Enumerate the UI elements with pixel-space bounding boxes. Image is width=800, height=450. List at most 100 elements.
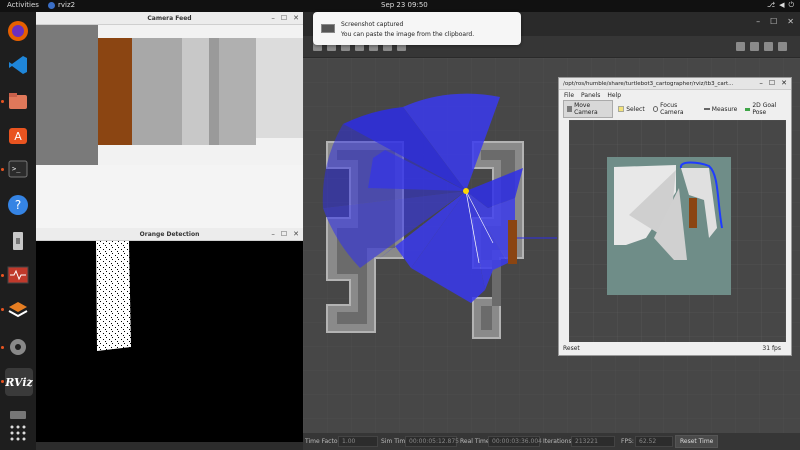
app-store-icon: A	[9, 128, 27, 144]
move-camera-icon	[567, 106, 573, 112]
minimize-icon[interactable]: –	[271, 14, 275, 22]
text-editor-icon	[13, 232, 23, 250]
menu-help[interactable]: Help	[607, 92, 621, 99]
app-grid-icon	[10, 425, 26, 441]
real-time-field[interactable]: 00:00:03:36.004	[488, 436, 542, 447]
dock-app-store[interactable]: A	[5, 122, 31, 148]
move-camera-tool[interactable]: Move Camera	[563, 100, 614, 118]
close-icon[interactable]: ✕	[781, 79, 787, 87]
tool-label: 2D Goal Pose	[752, 102, 777, 116]
running-indicator	[1, 308, 4, 311]
dock-help[interactable]: ?	[5, 192, 31, 218]
volume-icon[interactable]: ◀	[779, 1, 784, 10]
activities-button[interactable]: Activities	[7, 1, 39, 9]
footer: Reset 31 fps	[559, 343, 791, 355]
real-time-label: Real Time:	[460, 438, 492, 445]
measure-icon	[703, 108, 710, 110]
svg-text:>_: >_	[12, 165, 21, 173]
chart-icon[interactable]	[764, 42, 773, 51]
running-indicator	[1, 274, 4, 277]
focus-camera-icon	[652, 106, 659, 112]
reset-button[interactable]: Reset	[563, 345, 580, 352]
sim-time-field[interactable]: 00:00:05:12.875	[405, 436, 459, 447]
close-icon[interactable]: ✕	[787, 17, 794, 26]
dock-system-monitor[interactable]	[1, 262, 31, 288]
tool-label: Move Camera	[574, 102, 598, 116]
cartographer-map-view[interactable]	[569, 120, 786, 342]
network-icon[interactable]: ⎇	[767, 1, 775, 10]
running-indicator	[1, 100, 4, 103]
maximize-icon[interactable]: ☐	[770, 17, 777, 26]
dock-vscode[interactable]	[5, 52, 31, 78]
layers-icon	[8, 302, 28, 318]
goal-pose-tool[interactable]: 2D Goal Pose	[742, 101, 789, 117]
tool-label: Focus Camera	[660, 102, 684, 116]
minimize-icon[interactable]: –	[271, 230, 275, 238]
select-tool[interactable]: Select	[615, 105, 648, 114]
dock-terminal[interactable]: >_	[1, 156, 31, 182]
maximize-icon[interactable]: ☐	[281, 14, 287, 22]
system-tray[interactable]: ⎇ ◀ ⏻	[767, 1, 794, 10]
help-icon: ?	[8, 195, 28, 215]
firefox-icon	[8, 21, 28, 41]
dock-settings[interactable]	[1, 334, 31, 360]
camera-feed-window[interactable]: Camera Feed – ☐ ✕	[36, 12, 303, 228]
dock-app-grid[interactable]	[5, 420, 31, 446]
tool-bar: Move Camera Select Focus Camera Measure …	[563, 100, 789, 118]
time-factor-label: Time Factor:	[305, 438, 342, 445]
iterations-field[interactable]: 213221	[571, 436, 615, 447]
terminal-icon: >_	[8, 160, 28, 178]
files-icon	[9, 93, 27, 109]
cartographer-titlebar[interactable]: /opt/ros/humble/share/turtlebot3_cartogr…	[559, 78, 791, 90]
screenshot-notification[interactable]: Screenshot captured You can paste the im…	[313, 12, 521, 45]
dock-files[interactable]	[1, 88, 31, 114]
camera-icon[interactable]	[736, 42, 745, 51]
svg-text:?: ?	[15, 198, 21, 212]
dock-rviz[interactable]: RViz	[1, 368, 33, 396]
maximize-icon[interactable]: ☐	[281, 230, 287, 238]
time-factor-field[interactable]: 1.00	[338, 436, 378, 447]
minimize-icon[interactable]: –	[759, 79, 763, 87]
app-menu[interactable]: rviz2	[48, 1, 75, 9]
expand-icon[interactable]	[778, 42, 787, 51]
iterations-label: Iterations:	[543, 438, 574, 445]
app-name: rviz2	[58, 1, 76, 9]
minimize-icon[interactable]: –	[756, 17, 760, 26]
screenshot-icon[interactable]	[750, 42, 759, 51]
close-icon[interactable]: ✕	[293, 230, 299, 238]
close-icon[interactable]: ✕	[293, 14, 299, 22]
power-icon[interactable]: ⏻	[788, 1, 794, 10]
top-bar: Activities rviz2 Sep 23 09:50 ⎇ ◀ ⏻	[0, 0, 800, 12]
goal-arrow-icon	[745, 107, 751, 111]
fps-label: FPS:	[621, 438, 634, 445]
cartographer-rviz-window[interactable]: /opt/ros/humble/share/turtlebot3_cartogr…	[558, 77, 792, 356]
time-panel: Time Factor: 1.00 Sim Time: 00:00:05:12.…	[303, 433, 800, 450]
menu-panels[interactable]: Panels	[581, 92, 600, 99]
desktop: Activities rviz2 Sep 23 09:50 ⎇ ◀ ⏻ A >_	[0, 0, 800, 450]
settings-icon	[10, 339, 26, 355]
camera-image	[36, 25, 303, 228]
dock-firefox[interactable]	[5, 18, 31, 44]
window-title: Orange Detection	[139, 230, 200, 238]
select-icon	[618, 106, 625, 112]
tool-label: Measure	[711, 105, 738, 113]
reset-time-button[interactable]: Reset Time	[675, 435, 719, 448]
orange-box	[508, 220, 517, 264]
notification-body: You can paste the image from the clipboa…	[341, 31, 475, 38]
running-indicator	[1, 168, 4, 171]
focus-camera-tool[interactable]: Focus Camera	[650, 101, 699, 117]
tool-label: Select	[626, 105, 645, 113]
dock: A >_ ? RViz	[0, 12, 36, 450]
measure-tool[interactable]: Measure	[701, 105, 741, 114]
orange-detection-window[interactable]: Orange Detection – ☐ ✕	[36, 228, 303, 442]
camera-feed-titlebar[interactable]: Camera Feed – ☐ ✕	[36, 12, 303, 25]
clock[interactable]: Sep 23 09:50	[381, 1, 428, 9]
dock-layers[interactable]	[1, 296, 31, 322]
fps-readout: 31 fps	[762, 345, 781, 352]
maximize-icon[interactable]: ☐	[769, 79, 775, 87]
orange-detection-titlebar[interactable]: Orange Detection – ☐ ✕	[36, 228, 303, 241]
menu-file[interactable]: File	[564, 92, 574, 99]
fps-field[interactable]: 62.52	[635, 436, 673, 447]
dock-text-editor[interactable]	[5, 228, 31, 254]
rviz-icon: RViz	[5, 375, 33, 389]
